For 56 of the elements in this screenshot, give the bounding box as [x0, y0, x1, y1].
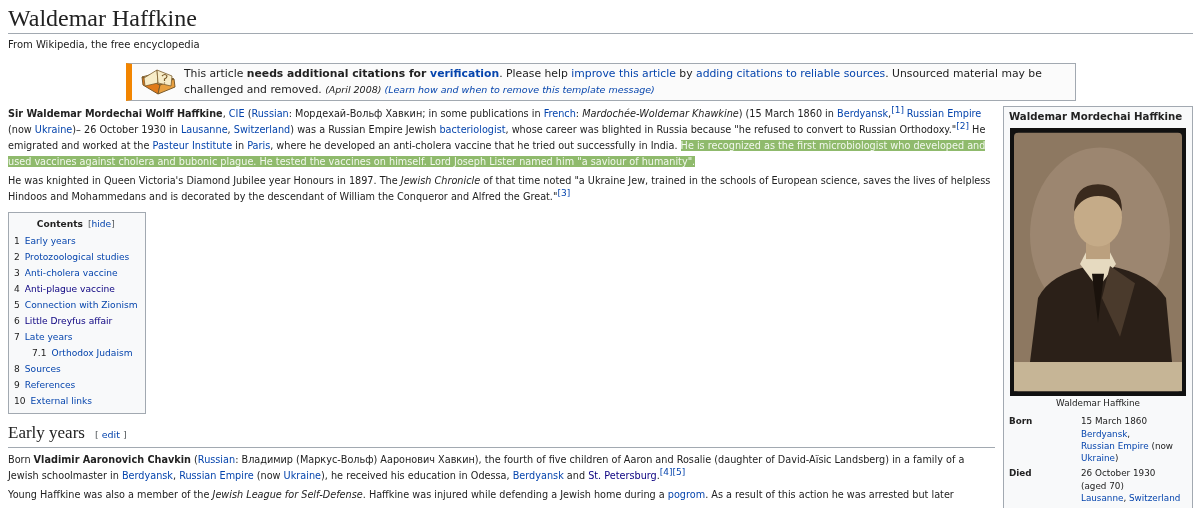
toc-item[interactable]: 10 External links — [14, 393, 93, 409]
link[interactable]: Ukraine — [283, 470, 321, 481]
link[interactable]: Russian — [251, 108, 289, 119]
citation-link[interactable]: [3] — [557, 187, 571, 198]
infobox-title: Waldemar Mordechai Haffkine — [1009, 110, 1184, 124]
tagline: From Wikipedia, the free encyclopedia — [8, 39, 201, 50]
toc-item[interactable]: 2 Protozoological studies — [14, 249, 130, 265]
link[interactable]: Lausanne — [180, 124, 228, 135]
link[interactable]: improve this article — [571, 67, 676, 80]
toc-item[interactable]: 5 Connection with Zionism — [14, 297, 138, 313]
link[interactable]: Berdyansk — [121, 470, 173, 481]
toc-item[interactable]: 3 Anti-cholera vaccine — [14, 265, 118, 281]
image-caption: Waldemar Haffkine — [1055, 397, 1141, 410]
citation-link[interactable]: [5] — [672, 466, 686, 477]
link[interactable]: Switzerland — [1129, 493, 1181, 504]
link[interactable]: bacteriologist — [439, 124, 506, 135]
bracket: ] — [122, 428, 127, 442]
bracket: [ — [87, 219, 92, 229]
link[interactable]: Ukraine — [1081, 453, 1115, 464]
book-icon — [140, 67, 176, 97]
citation-link[interactable]: [4] — [659, 466, 673, 477]
link[interactable]: (Learn how and when to remove this template message) — [384, 84, 655, 95]
page-title: Waldemar Haffkine — [8, 4, 1193, 34]
link[interactable]: Russian Empire — [179, 470, 254, 481]
infobox-label: Born — [1009, 415, 1034, 429]
toc-item[interactable]: 7 Late years — [14, 329, 73, 345]
section-heading: Early years — [8, 423, 85, 443]
infobox-label: Died — [1009, 467, 1033, 481]
link[interactable]: Switzerland — [233, 124, 291, 135]
infobox-value: (aged 70) — [1081, 479, 1125, 493]
link[interactable]: Russian Empire — [1081, 440, 1149, 451]
toc-item[interactable]: 1 Early years — [14, 233, 76, 249]
citation-link[interactable]: [1] — [891, 104, 907, 115]
citation-link[interactable]: [2] — [956, 120, 969, 131]
edit-link[interactable]: edit — [101, 425, 120, 445]
contents-title: Contents — [36, 219, 83, 229]
toc-item[interactable]: 4 Anti-plague vaccine — [14, 281, 115, 297]
link[interactable]: Pasteur Institute — [152, 140, 233, 151]
infobox-value: 26 October 1930 — [1081, 467, 1157, 480]
paragraph: Young Haffkine was also a member of the Jewish League for Self-Defense. Haffkine was injured while defending a Jewish home during a pogrom. As a result of this action he was arrested but later — [8, 488, 955, 502]
toc-item[interactable]: 9 References — [14, 377, 76, 393]
link[interactable]: French — [543, 108, 576, 119]
infobox-value: Berdyansk, Russian Empire (now Ukraine) — [1081, 427, 1175, 465]
link[interactable]: CIE — [228, 108, 245, 119]
link[interactable]: Berdyansk — [512, 470, 564, 481]
link[interactable]: Ukraine — [34, 124, 73, 135]
infobox-value: 15 March 1860 — [1081, 415, 1148, 428]
link[interactable]: St. Petersburg — [588, 470, 657, 481]
notice-text: This article needs additional citations for verification. Please help improve this article by adding citations to reliable sources. Unsourced material may be challenged and removed. (April 2008) (Learn how and when to remove this template message) — [184, 66, 1043, 98]
toc-item[interactable]: 7.1 Orthodox Judaism — [32, 345, 133, 361]
toc-item[interactable]: 6 Little Dreyfus affair — [14, 313, 113, 329]
bracket: ] — [111, 219, 115, 229]
bracket: [ — [94, 428, 99, 442]
infobox-value: Lausanne, Switzerland — [1081, 492, 1182, 505]
toc-item[interactable]: 8 Sources — [14, 361, 61, 377]
link[interactable]: Russian Empire — [906, 108, 982, 119]
